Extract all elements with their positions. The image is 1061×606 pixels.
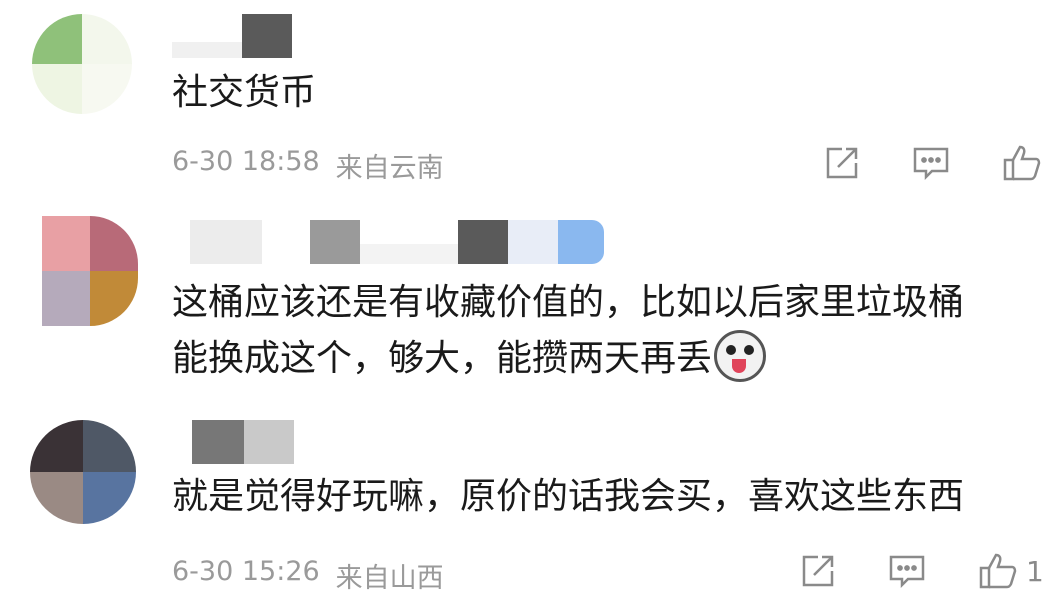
comment-meta: 6-30 18:58 来自云南 (172, 146, 444, 185)
username-blurred[interactable] (172, 14, 292, 58)
comment-actions (824, 144, 1048, 182)
dog-face-emoji-icon (714, 330, 767, 382)
thumbs-up-icon (979, 553, 1017, 589)
comment-icon (913, 147, 949, 181)
share-icon (802, 555, 834, 587)
like-button[interactable] (1002, 144, 1048, 182)
avatar[interactable] (42, 216, 138, 326)
share-button[interactable] (800, 553, 836, 589)
comment-actions: 1 (800, 552, 1044, 590)
thumbs-up-icon (1003, 145, 1041, 181)
comment-location: 来自山西 (335, 563, 444, 594)
comment-location: 来自云南 (335, 153, 444, 184)
reply-button[interactable] (912, 145, 950, 181)
comment-text-line-1: 这桶应该还是有收藏价值的，比如以后家里垃圾桶 (172, 282, 965, 323)
share-button[interactable] (824, 145, 860, 181)
comment-text-line-2: 能换成这个，够大，能攒两天再丢 (172, 330, 767, 388)
username-blurred[interactable] (172, 220, 604, 264)
comment-text-line-2-content: 能换成这个，够大，能攒两天再丢 (172, 338, 713, 379)
comment-text: 就是觉得好玩嘛，原价的话我会买，喜欢这些东西 (172, 476, 965, 517)
comment-text: 社交货币 (172, 72, 317, 113)
avatar[interactable] (30, 420, 136, 524)
username-blurred[interactable] (172, 420, 294, 464)
reply-button[interactable] (888, 553, 926, 589)
like-button[interactable]: 1 (978, 552, 1044, 590)
share-icon (826, 147, 858, 179)
comment-meta: 6-30 15:26 来自山西 (172, 556, 444, 595)
avatar[interactable] (32, 14, 132, 114)
comment-time: 6-30 15:26 (172, 556, 320, 587)
comment-time: 6-30 18:58 (172, 146, 320, 177)
like-count: 1 (1026, 554, 1044, 588)
comment-icon (889, 555, 925, 589)
